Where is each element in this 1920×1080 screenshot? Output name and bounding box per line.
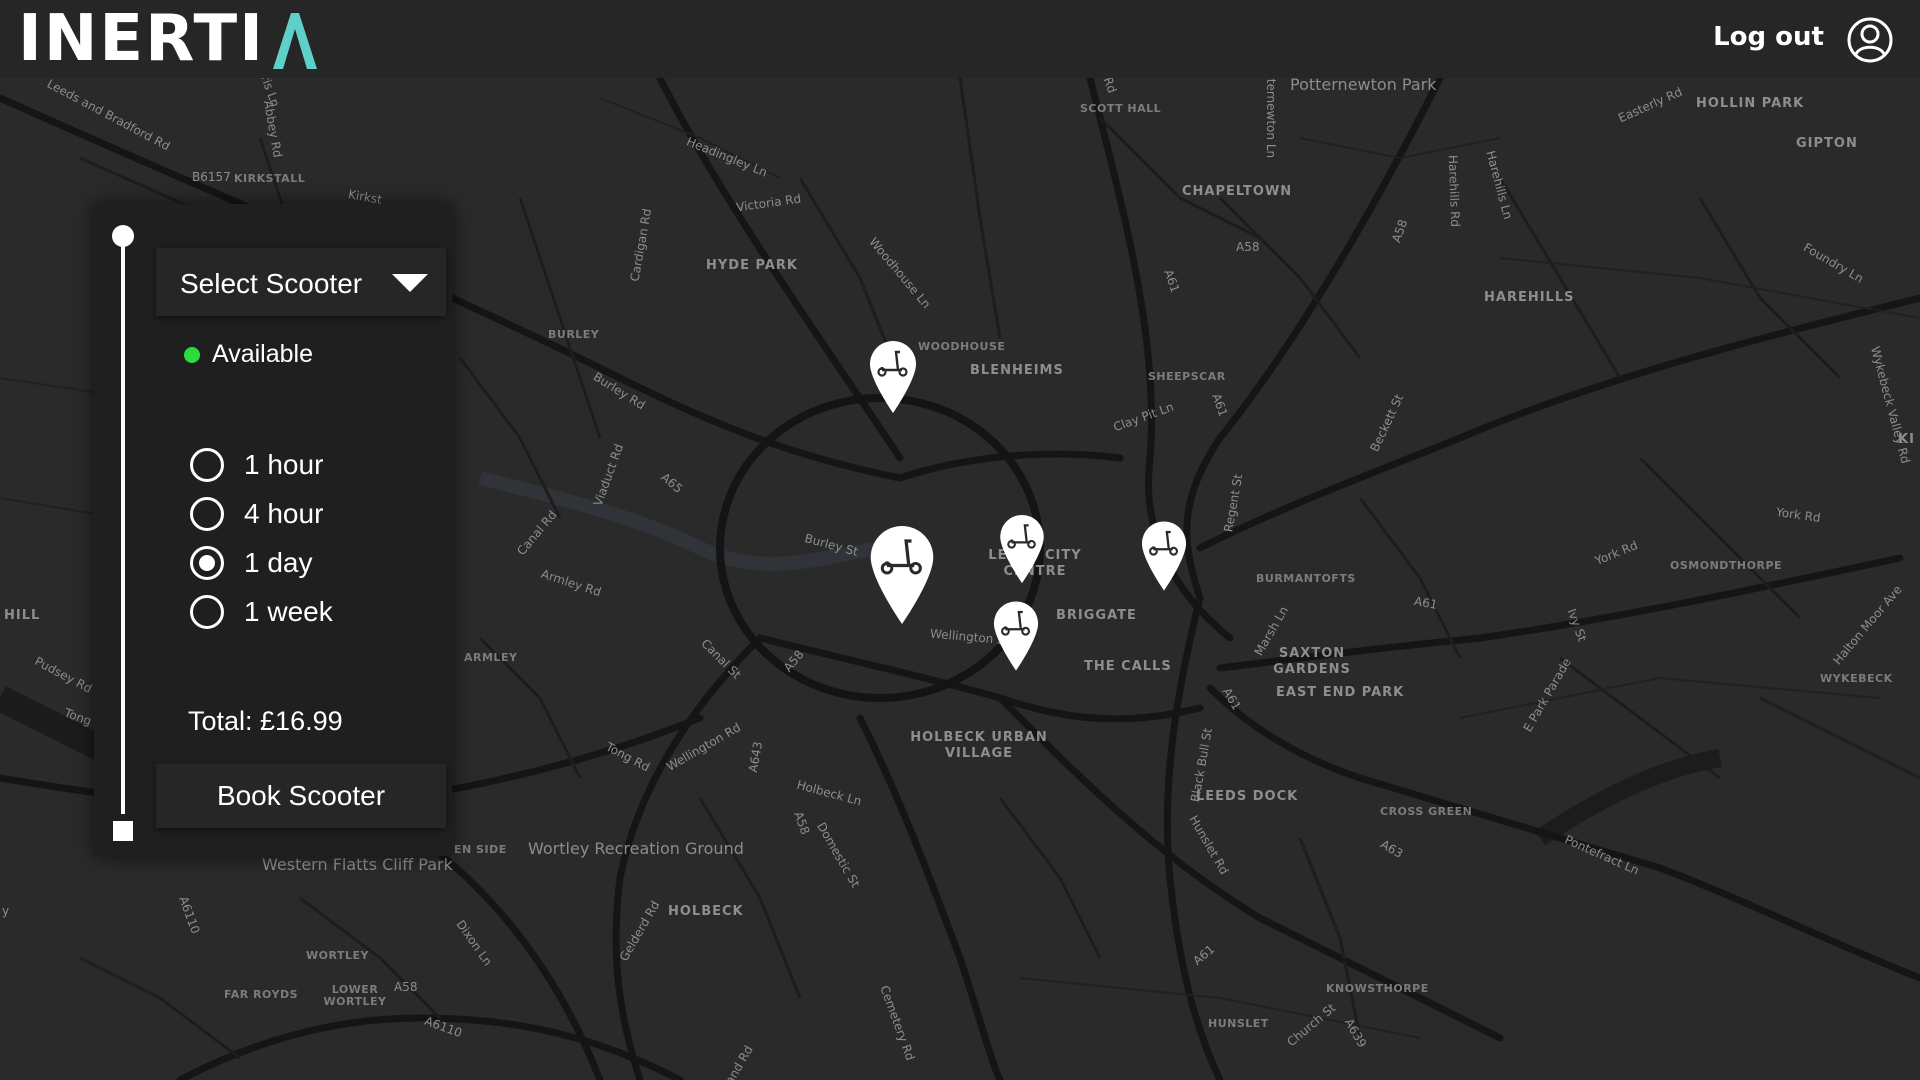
logo-text: INERTI <box>18 2 265 76</box>
radio-button[interactable] <box>190 447 224 482</box>
app-header: INERTI Log out <box>0 0 1920 78</box>
map-label: HYDE PARK <box>706 258 798 273</box>
map-label: HAREHILLS <box>1484 290 1575 305</box>
road-label: A58 <box>394 980 418 994</box>
scooter-pin-icon[interactable] <box>868 524 936 626</box>
duration-option-1-hour[interactable]: 1 hour <box>190 440 333 489</box>
map-label: WORTLEY <box>306 949 369 962</box>
map-label: THE CALLS <box>1084 659 1172 674</box>
map-label: FAR ROYDS <box>224 988 299 1001</box>
duration-label: 1 day <box>244 546 313 578</box>
radio-button-selected[interactable] <box>190 545 224 580</box>
booking-panel: Select Scooter Available 1 hour 4 hour 1… <box>94 204 452 856</box>
duration-option-4-hour[interactable]: 4 hour <box>190 489 333 538</box>
user-circle-icon[interactable] <box>1846 16 1894 64</box>
map-label: HILL <box>4 608 41 623</box>
map-label: KNOWSTHORPE <box>1326 982 1429 995</box>
map-label: Wortley Recreation Ground <box>528 839 744 858</box>
road-label: B6157 <box>192 170 231 184</box>
status-dot <box>184 346 200 363</box>
duration-options: 1 hour 4 hour 1 day 1 week <box>190 440 333 636</box>
road-label: Potternewton Ln <box>1264 78 1279 159</box>
duration-option-1-day[interactable]: 1 day <box>190 538 333 587</box>
map-label: BRIGGATE <box>1056 608 1137 623</box>
chevron-down-icon <box>392 274 428 292</box>
map-label: SHEEPSCAR <box>1148 370 1226 383</box>
progress-end-marker <box>113 821 133 841</box>
road-label: y <box>2 904 10 918</box>
progress-start-marker <box>112 225 134 247</box>
scooter-pin-icon[interactable] <box>998 514 1046 584</box>
map-label: HOLBECK URBAN VILLAGE <box>910 730 1048 761</box>
road-label: Harehills Rd <box>1445 154 1463 228</box>
availability-status: Available <box>184 340 313 369</box>
logo-a-mark-icon <box>272 13 317 69</box>
map-label: HOLBECK <box>668 904 744 919</box>
scooter-pin-icon[interactable] <box>868 340 918 414</box>
radio-button[interactable] <box>190 496 224 531</box>
book-scooter-label: Book Scooter <box>216 780 386 811</box>
map-label: EN SIDE <box>454 843 507 856</box>
duration-label: 1 week <box>244 595 333 627</box>
duration-label: 1 hour <box>244 448 324 480</box>
map-label: LEEDS DOCK <box>1196 789 1299 804</box>
duration-label: 4 hour <box>244 497 324 529</box>
road-label: A58 <box>1236 240 1260 254</box>
map-label: LOWER WORTLEY <box>323 983 387 1008</box>
map-label: Potternewton Park <box>1290 78 1437 94</box>
map-label: WYKEBECK <box>1820 672 1893 685</box>
book-scooter-button[interactable]: Book Scooter <box>156 764 446 828</box>
scooter-select-label: Select Scooter <box>180 268 363 299</box>
logout-link[interactable]: Log out <box>1713 22 1824 52</box>
map-label: OSMONDTHORPE <box>1670 559 1783 572</box>
map-label: BLENHEIMS <box>970 363 1064 378</box>
map-label: ARMLEY <box>464 651 518 664</box>
map-label: WOODHOUSE <box>918 340 1006 353</box>
map-label: Western Flatts Cliff Park <box>262 855 453 874</box>
duration-option-1-week[interactable]: 1 week <box>190 587 333 636</box>
map-label: HUNSLET <box>1208 1017 1269 1030</box>
status-label: Available <box>212 340 314 368</box>
map-label: BURLEY <box>548 328 600 341</box>
scooter-select[interactable]: Select Scooter <box>156 248 446 316</box>
radio-button[interactable] <box>190 594 224 629</box>
inertia-logo[interactable]: INERTI <box>18 6 321 72</box>
progress-track <box>121 234 125 814</box>
total-price: Total: £16.99 <box>188 706 343 736</box>
scooter-pin-icon[interactable] <box>1140 520 1188 592</box>
map-label: SCOTT HALL <box>1080 102 1162 115</box>
map-label: EAST END PARK <box>1276 685 1405 700</box>
map-label: KIRKSTALL <box>234 172 306 185</box>
scooter-pin-icon[interactable] <box>992 600 1040 672</box>
map-label: BURMANTOFTS <box>1256 572 1356 585</box>
map-label: GIPTON <box>1796 136 1858 151</box>
map-label: CHAPELTOWN <box>1182 184 1293 199</box>
map-label: SAXTON GARDENS <box>1273 646 1351 677</box>
map-label: HOLLIN PARK <box>1696 96 1805 111</box>
map-label: CROSS GREEN <box>1380 805 1473 818</box>
